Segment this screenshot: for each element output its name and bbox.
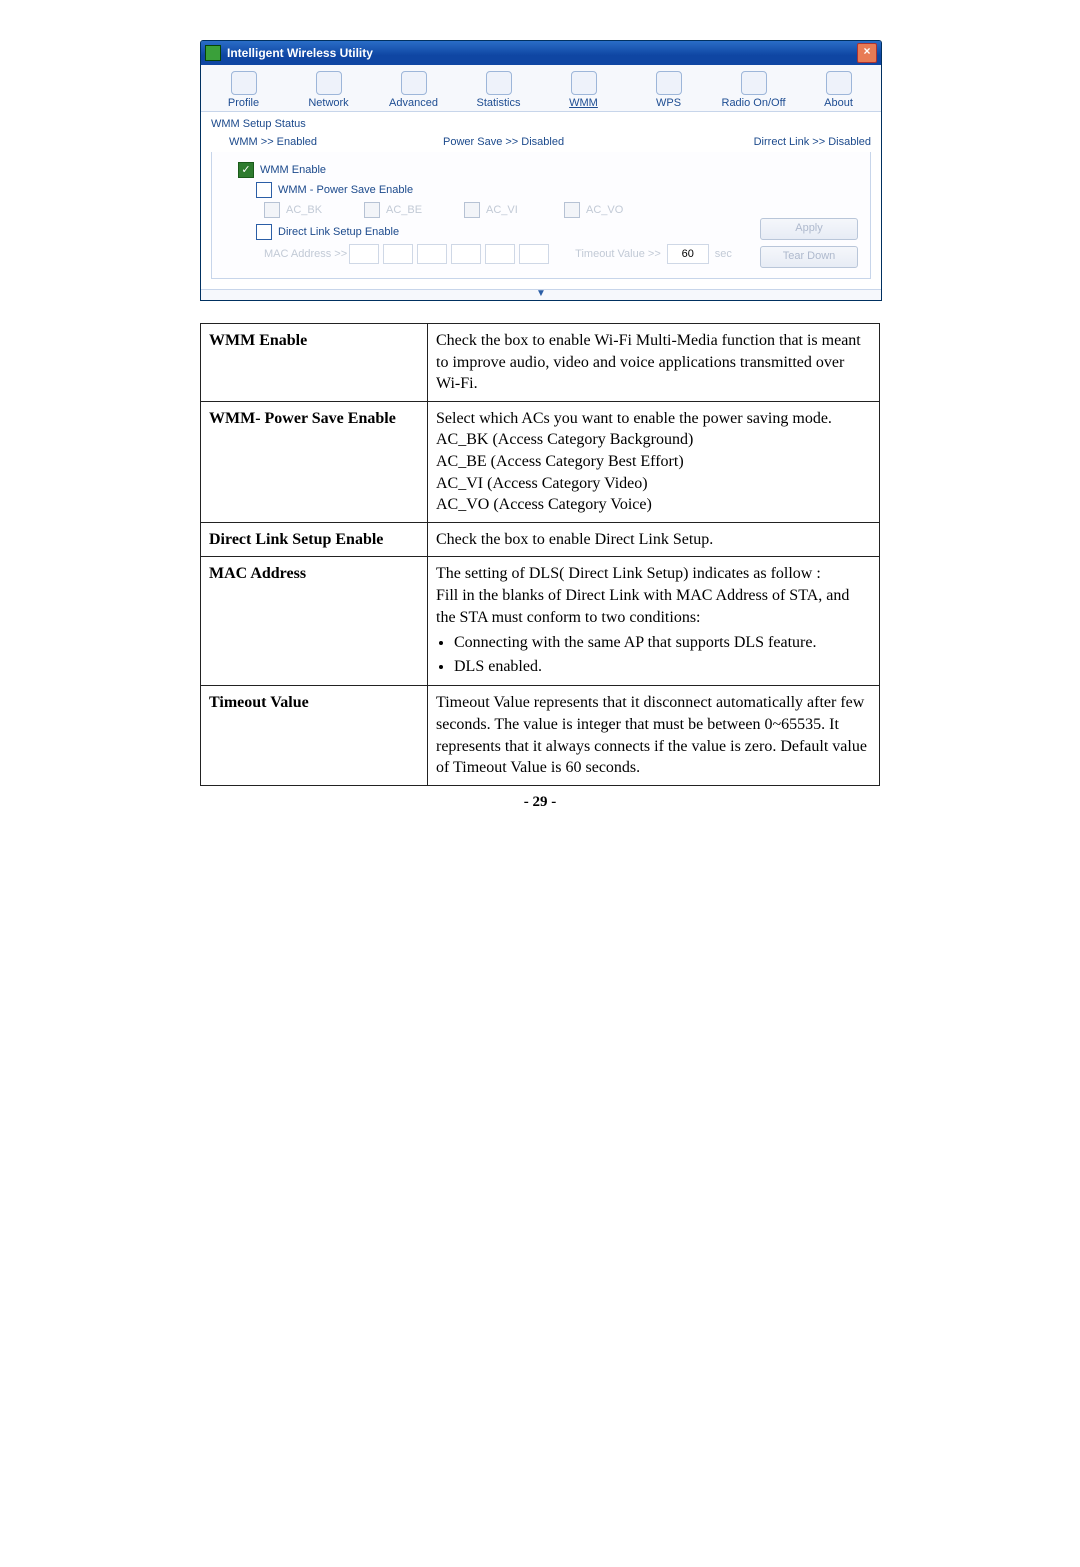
- app-window: Intelligent Wireless Utility × Profile N…: [200, 40, 882, 301]
- chevron-down-icon: ▼: [536, 288, 546, 299]
- timeout-field[interactable]: [667, 244, 709, 264]
- table-row: Direct Link Setup Enable Check the box t…: [201, 522, 880, 557]
- tab-about-label: About: [796, 97, 881, 109]
- param-line: Select which ACs you want to enable the …: [436, 410, 832, 427]
- param-name: Timeout Value: [201, 686, 428, 785]
- checkbox-checked-icon: ✓: [238, 162, 254, 178]
- param-line: AC_VI (Access Category Video): [436, 475, 648, 492]
- mac-address-label: MAC Address >>: [264, 248, 347, 260]
- ac-bk[interactable]: AC_BK: [264, 202, 364, 218]
- ac-row: AC_BK AC_BE AC_VI AC_VO: [264, 202, 862, 218]
- ac-vo-label: AC_VO: [586, 204, 623, 216]
- titlebar: Intelligent Wireless Utility ×: [201, 41, 881, 65]
- tab-wps-label: WPS: [626, 97, 711, 109]
- status-section-label: WMM Setup Status: [211, 118, 351, 130]
- mac-field-1[interactable]: [349, 244, 379, 264]
- tab-advanced[interactable]: Advanced: [371, 71, 456, 109]
- param-name: MAC Address: [201, 557, 428, 686]
- table-row: Timeout Value Timeout Value represents t…: [201, 686, 880, 785]
- wps-icon: [656, 71, 682, 95]
- tab-statistics-label: Statistics: [456, 97, 541, 109]
- timeout-label: Timeout Value >>: [575, 248, 661, 260]
- advanced-icon: [401, 71, 427, 95]
- status-wmm: WMM >> Enabled: [211, 136, 443, 148]
- param-desc: Select which ACs you want to enable the …: [428, 401, 880, 522]
- table-row: WMM- Power Save Enable Select which ACs …: [201, 401, 880, 522]
- checkbox-disabled-icon: [364, 202, 380, 218]
- about-icon: [826, 71, 852, 95]
- close-icon[interactable]: ×: [857, 43, 877, 63]
- table-row: WMM Enable Check the box to enable Wi-Fi…: [201, 324, 880, 402]
- apply-button[interactable]: Apply: [760, 218, 858, 240]
- statistics-icon: [486, 71, 512, 95]
- mac-field-5[interactable]: [485, 244, 515, 264]
- wmm-enable-row[interactable]: ✓ WMM Enable: [238, 162, 862, 178]
- tab-advanced-label: Advanced: [371, 97, 456, 109]
- status-power-save: Power Save >> Disabled: [443, 136, 657, 148]
- checkbox-unchecked-icon: [256, 182, 272, 198]
- param-name: Direct Link Setup Enable: [201, 522, 428, 557]
- power-save-enable-label: WMM - Power Save Enable: [278, 184, 413, 196]
- checkbox-disabled-icon: [464, 202, 480, 218]
- page-number: - 29 -: [200, 794, 880, 811]
- network-icon: [316, 71, 342, 95]
- param-desc: Check the box to enable Wi-Fi Multi-Medi…: [428, 324, 880, 402]
- app-icon: [205, 45, 221, 61]
- parameter-table: WMM Enable Check the box to enable Wi-Fi…: [200, 323, 880, 786]
- tab-network[interactable]: Network: [286, 71, 371, 109]
- tab-wps[interactable]: WPS: [626, 71, 711, 109]
- checkbox-unchecked-icon: [256, 224, 272, 240]
- power-save-enable-row[interactable]: WMM - Power Save Enable: [256, 182, 862, 198]
- tab-about[interactable]: About: [796, 71, 881, 109]
- settings-block: ✓ WMM Enable WMM - Power Save Enable AC_…: [211, 152, 871, 279]
- tab-radio-label: Radio On/Off: [711, 97, 796, 109]
- ac-be-label: AC_BE: [386, 204, 422, 216]
- checkbox-disabled-icon: [564, 202, 580, 218]
- param-bullet: Connecting with the same AP that support…: [454, 632, 871, 654]
- param-line: The setting of DLS( Direct Link Setup) i…: [436, 565, 821, 582]
- ac-vo[interactable]: AC_VO: [564, 202, 664, 218]
- tab-radio[interactable]: Radio On/Off: [711, 71, 796, 109]
- table-row: MAC Address The setting of DLS( Direct L…: [201, 557, 880, 686]
- param-desc: Timeout Value represents that it disconn…: [428, 686, 880, 785]
- ac-vi-label: AC_VI: [486, 204, 518, 216]
- param-line: AC_BE (Access Category Best Effort): [436, 453, 684, 470]
- mac-field-2[interactable]: [383, 244, 413, 264]
- param-line: Fill in the blanks of Direct Link with M…: [436, 587, 849, 626]
- tab-wmm-label: WMM: [541, 97, 626, 109]
- radio-icon: [741, 71, 767, 95]
- tab-profile[interactable]: Profile: [201, 71, 286, 109]
- mac-field-4[interactable]: [451, 244, 481, 264]
- param-desc: Check the box to enable Direct Link Setu…: [428, 522, 880, 557]
- param-line: AC_VO (Access Category Voice): [436, 496, 652, 513]
- ac-vi[interactable]: AC_VI: [464, 202, 564, 218]
- param-line: AC_BK (Access Category Background): [436, 431, 693, 448]
- tab-network-label: Network: [286, 97, 371, 109]
- tab-profile-label: Profile: [201, 97, 286, 109]
- toolbar: Profile Network Advanced Statistics WMM: [201, 65, 881, 112]
- param-name: WMM Enable: [201, 324, 428, 402]
- wmm-icon: [571, 71, 597, 95]
- collapse-bar[interactable]: ▼: [201, 289, 881, 300]
- wmm-enable-label: WMM Enable: [260, 164, 326, 176]
- window-title: Intelligent Wireless Utility: [227, 46, 857, 60]
- timeout-unit: sec: [715, 248, 732, 260]
- mac-field-6[interactable]: [519, 244, 549, 264]
- mac-field-3[interactable]: [417, 244, 447, 264]
- checkbox-disabled-icon: [264, 202, 280, 218]
- param-bullet: DLS enabled.: [454, 656, 871, 678]
- ac-bk-label: AC_BK: [286, 204, 322, 216]
- tab-statistics[interactable]: Statistics: [456, 71, 541, 109]
- ac-be[interactable]: AC_BE: [364, 202, 464, 218]
- tab-wmm[interactable]: WMM: [541, 71, 626, 109]
- tear-down-button[interactable]: Tear Down: [760, 246, 858, 268]
- direct-link-setup-label: Direct Link Setup Enable: [278, 226, 399, 238]
- profile-icon: [231, 71, 257, 95]
- status-direct-link: Dirrect Link >> Disabled: [657, 136, 871, 148]
- param-name: WMM- Power Save Enable: [201, 401, 428, 522]
- param-desc: The setting of DLS( Direct Link Setup) i…: [428, 557, 880, 686]
